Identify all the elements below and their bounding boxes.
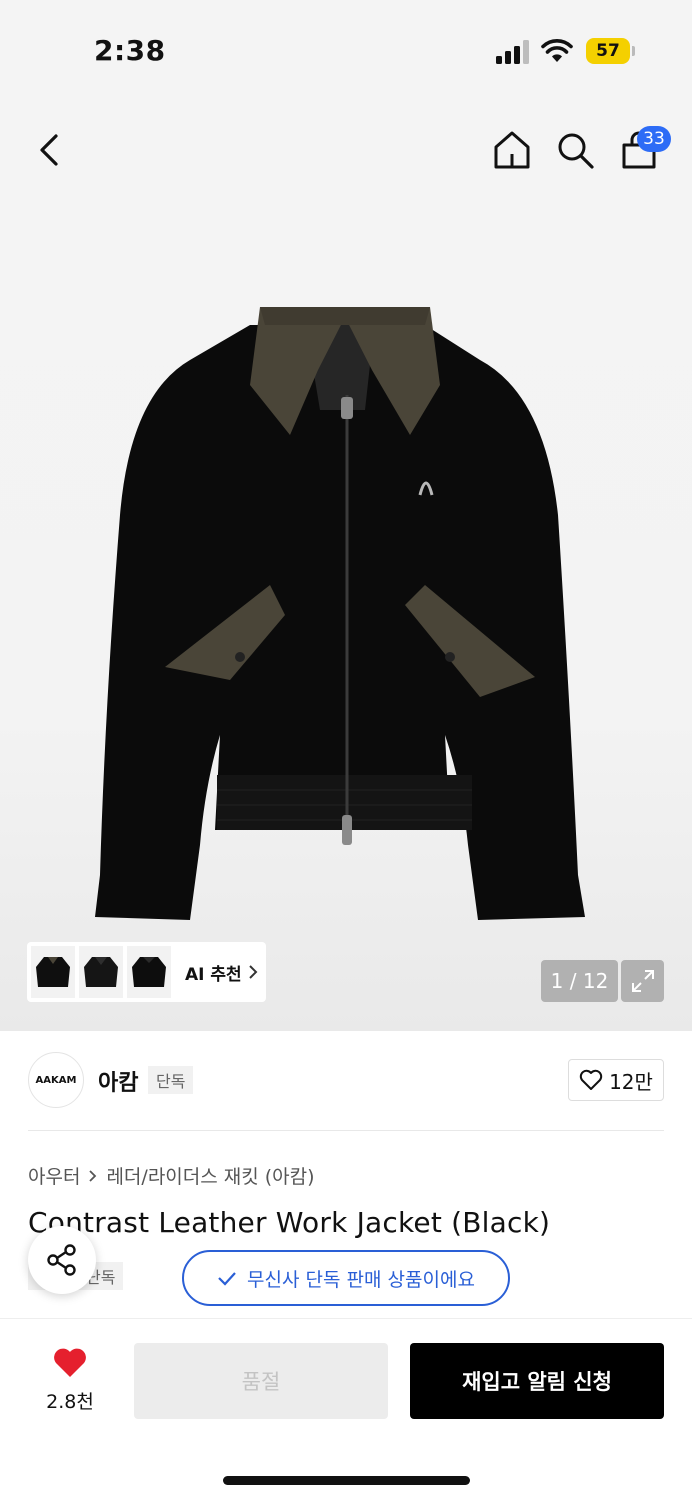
cellular-signal-icon [496, 40, 529, 64]
check-icon [218, 1272, 236, 1286]
status-bar: 2:38 57 [0, 0, 692, 100]
battery-indicator: 57 [586, 38, 630, 64]
cart-count-badge: 33 [637, 126, 671, 152]
musinsa-exclusive-text: 무신사 단독 판매 상품이에요 [247, 1268, 475, 1291]
home-icon[interactable] [490, 128, 534, 172]
image-page-indicator: 1 / 12 [541, 960, 618, 1002]
bottom-action-bar: 2.8천 품절 재입고 알림 신청 [0, 1318, 692, 1500]
thumbnail-3[interactable] [127, 946, 171, 998]
restock-alert-button[interactable]: 재입고 알림 신청 [410, 1343, 664, 1419]
thumbnail-2[interactable] [79, 946, 123, 998]
wishlist-count: 2.8천 [46, 1391, 94, 1413]
brand-name[interactable]: 아캄 [98, 1065, 138, 1097]
heart-outline-icon [579, 1069, 603, 1090]
brand-like-count: 12만 [609, 1069, 653, 1094]
chevron-right-icon [248, 965, 258, 979]
brand-logo[interactable]: AAKAM [28, 1052, 84, 1108]
share-button[interactable] [28, 1226, 96, 1294]
brand-like-button[interactable]: 12만 [568, 1059, 664, 1101]
search-icon[interactable] [553, 128, 597, 172]
breadcrumb: 아우터 레더/라이더스 재킷 (아캄) [28, 1162, 315, 1189]
wishlist-button[interactable]: 2.8천 [34, 1347, 106, 1414]
chevron-right-icon [89, 1169, 97, 1182]
ai-recommend-link[interactable]: AI 추천 [185, 960, 258, 985]
breadcrumb-subcategory[interactable]: 레더/라이더스 재킷 (아캄) [106, 1162, 314, 1189]
back-arrow-icon[interactable] [30, 128, 70, 172]
brand-row: AAKAM 아캄 단독 12만 [28, 1052, 664, 1108]
product-jacket-image [95, 307, 585, 920]
heart-filled-icon [54, 1348, 86, 1377]
status-time: 2:38 [94, 34, 166, 67]
product-title: Contrast Leather Work Jacket (Black) [28, 1206, 551, 1239]
home-indicator[interactable] [223, 1476, 470, 1485]
thumbnail-strip: AI 추천 [27, 942, 266, 1002]
breadcrumb-category[interactable]: 아우터 [28, 1162, 80, 1189]
wifi-icon [541, 39, 573, 62]
brand-exclusive-tag: 단독 [148, 1066, 194, 1094]
soldout-button: 품절 [134, 1343, 388, 1419]
expand-icon [631, 970, 654, 992]
expand-image-button[interactable] [621, 960, 664, 1002]
product-image-area[interactable]: 2:38 57 33 AI 추천 1 / 12 [0, 0, 692, 1031]
musinsa-exclusive-badge: 무신사 단독 판매 상품이에요 [182, 1250, 510, 1306]
share-icon [47, 1244, 76, 1276]
battery-nub [632, 46, 635, 56]
divider [28, 1130, 664, 1131]
ai-recommend-label: AI 추천 [185, 964, 242, 985]
thumbnail-1[interactable] [31, 946, 75, 998]
